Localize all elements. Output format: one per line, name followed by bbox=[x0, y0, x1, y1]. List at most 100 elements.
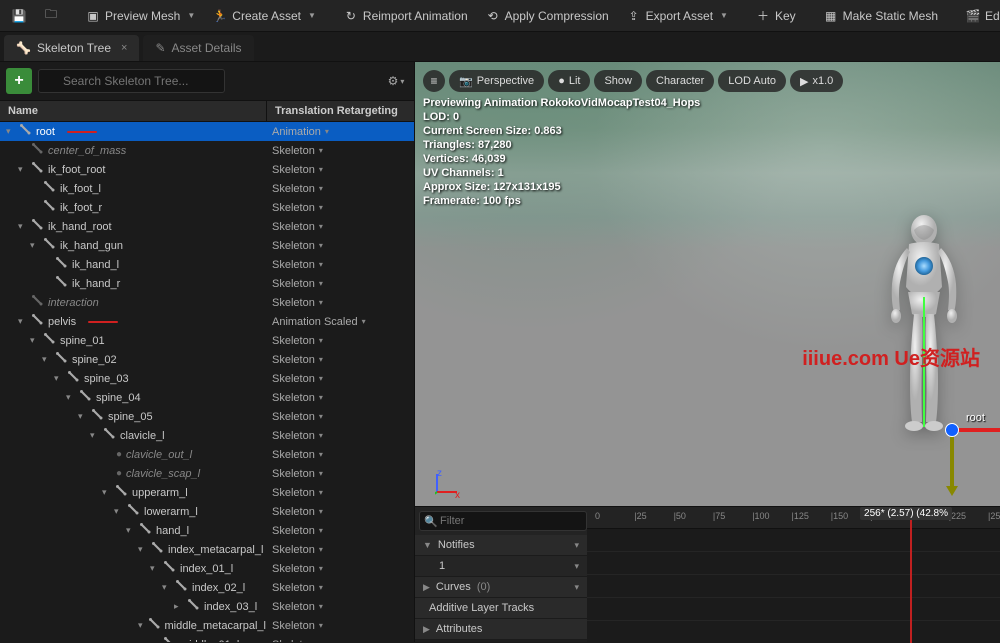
retarget-dropdown[interactable]: Skeleton▾ bbox=[266, 183, 414, 195]
track-attributes[interactable]: ▶Attributes bbox=[415, 619, 587, 640]
perspective-button[interactable]: 📷 Perspective bbox=[449, 70, 544, 92]
track-curves[interactable]: ▶Curves (0)▾ bbox=[415, 577, 587, 598]
reimport-button[interactable]: ↻Reimport Animation bbox=[336, 5, 476, 27]
retarget-dropdown[interactable]: Skeleton▾ bbox=[266, 392, 414, 404]
bone-row-ik_hand_gun[interactable]: ▾ik_hand_gunSkeleton▾ bbox=[0, 236, 414, 255]
key-button[interactable]: ＋Key bbox=[748, 5, 804, 27]
retarget-dropdown[interactable]: Skeleton▾ bbox=[266, 582, 414, 594]
retarget-dropdown[interactable]: Skeleton▾ bbox=[266, 373, 414, 385]
gizmo-origin[interactable] bbox=[945, 423, 959, 437]
speed-button[interactable]: ▶ x1.0 bbox=[790, 70, 843, 92]
bone-row-spine_02[interactable]: ▾spine_02Skeleton▾ bbox=[0, 350, 414, 369]
bone-row-ik_foot_l[interactable]: ik_foot_lSkeleton▾ bbox=[0, 179, 414, 198]
lod-button[interactable]: LOD Auto bbox=[718, 70, 786, 92]
add-bone-button[interactable]: + bbox=[6, 68, 32, 94]
bone-row-upperarm_l[interactable]: ▾upperarm_lSkeleton▾ bbox=[0, 483, 414, 502]
bone-row-index_02_l[interactable]: ▾index_02_lSkeleton▾ bbox=[0, 578, 414, 597]
bone-row-ik_hand_root[interactable]: ▾ik_hand_rootSkeleton▾ bbox=[0, 217, 414, 236]
retarget-dropdown[interactable]: Skeleton▾ bbox=[266, 145, 414, 157]
retarget-dropdown[interactable]: Skeleton▾ bbox=[266, 563, 414, 575]
tab-asset-details[interactable]: ✎ Asset Details bbox=[143, 35, 253, 61]
export-button[interactable]: ⇪Export Asset▼ bbox=[619, 5, 736, 27]
retarget-dropdown[interactable]: Skeleton▾ bbox=[266, 164, 414, 176]
lit-button[interactable]: ● Lit bbox=[548, 70, 590, 92]
bone-row-middle_metacarpal_l[interactable]: ▾middle_metacarpal_lSkeleton▾ bbox=[0, 616, 414, 635]
bone-row-interaction[interactable]: interactionSkeleton▾ bbox=[0, 293, 414, 312]
retarget-dropdown[interactable]: Skeleton▾ bbox=[266, 335, 414, 347]
close-icon[interactable]: × bbox=[121, 42, 127, 54]
retarget-dropdown[interactable]: Skeleton▾ bbox=[266, 620, 414, 632]
retarget-dropdown[interactable]: Skeleton▾ bbox=[266, 278, 414, 290]
bone-row-ik_foot_r[interactable]: ik_foot_rSkeleton▾ bbox=[0, 198, 414, 217]
bone-row-spine_05[interactable]: ▾spine_05Skeleton▾ bbox=[0, 407, 414, 426]
retarget-dropdown[interactable]: Skeleton▾ bbox=[266, 506, 414, 518]
expander-icon[interactable]: ▾ bbox=[42, 354, 52, 365]
bone-row-ik_foot_root[interactable]: ▾ik_foot_rootSkeleton▾ bbox=[0, 160, 414, 179]
character-button[interactable]: Character bbox=[646, 70, 714, 92]
expander-icon[interactable]: ▾ bbox=[18, 316, 28, 327]
bone-row-root[interactable]: ▾rootAnimation▾ bbox=[0, 122, 414, 141]
retarget-dropdown[interactable]: Skeleton▾ bbox=[266, 259, 414, 271]
retarget-dropdown[interactable]: Skeleton▾ bbox=[266, 221, 414, 233]
expander-icon[interactable]: ▾ bbox=[138, 620, 145, 631]
preview-mesh-button[interactable]: ▣Preview Mesh▼ bbox=[78, 5, 203, 27]
expander-icon[interactable]: ▾ bbox=[18, 221, 28, 232]
z-axis-arrow[interactable] bbox=[950, 428, 954, 488]
bone-tree[interactable]: ▾rootAnimation▾center_of_massSkeleton▾▾i… bbox=[0, 122, 414, 642]
expander-icon[interactable]: ▾ bbox=[78, 411, 88, 422]
bone-row-spine_01[interactable]: ▾spine_01Skeleton▾ bbox=[0, 331, 414, 350]
tab-skeleton-tree[interactable]: 🦴 Skeleton Tree × bbox=[4, 35, 139, 61]
expander-icon[interactable]: ▾ bbox=[90, 430, 100, 441]
retarget-dropdown[interactable]: Skeleton▾ bbox=[266, 525, 414, 537]
save-button[interactable]: 💾 bbox=[4, 5, 34, 27]
retarget-dropdown[interactable]: Skeleton▾ bbox=[266, 202, 414, 214]
retarget-dropdown[interactable]: Animation▾ bbox=[266, 126, 414, 138]
settings-button[interactable]: ⚙▾ bbox=[384, 69, 408, 93]
browse-button[interactable]: 🗀 bbox=[36, 5, 66, 27]
playhead-line[interactable] bbox=[910, 507, 912, 643]
expander-icon[interactable]: ▾ bbox=[30, 335, 40, 346]
bone-row-pelvis[interactable]: ▾pelvisAnimation Scaled▾ bbox=[0, 312, 414, 331]
expander-icon[interactable]: ▾ bbox=[66, 392, 76, 403]
filter-tracks-input[interactable] bbox=[419, 511, 587, 531]
retarget-dropdown[interactable]: Skeleton▾ bbox=[266, 487, 414, 499]
expander-icon[interactable]: ▾ bbox=[150, 563, 160, 574]
bone-row-index_03_l[interactable]: ▸index_03_lSkeleton▾ bbox=[0, 597, 414, 616]
track-additive[interactable]: Additive Layer Tracks bbox=[415, 598, 587, 619]
bone-row-clavicle_scap_l[interactable]: ●clavicle_scap_lSkeleton▾ bbox=[0, 464, 414, 483]
expander-icon[interactable]: ▾ bbox=[126, 525, 136, 536]
bone-row-index_metacarpal_l[interactable]: ▾index_metacarpal_lSkeleton▾ bbox=[0, 540, 414, 559]
track-notifies[interactable]: ▼Notifies▾ bbox=[415, 535, 587, 556]
expander-icon[interactable]: ▾ bbox=[102, 487, 112, 498]
expander-icon[interactable]: ▾ bbox=[54, 373, 64, 384]
make-static-button[interactable]: ▦Make Static Mesh bbox=[816, 5, 946, 27]
retarget-dropdown[interactable]: Skeleton▾ bbox=[266, 240, 414, 252]
bone-row-spine_04[interactable]: ▾spine_04Skeleton▾ bbox=[0, 388, 414, 407]
retarget-dropdown[interactable]: Skeleton▾ bbox=[266, 449, 414, 461]
retarget-dropdown[interactable]: Skeleton▾ bbox=[266, 297, 414, 309]
retarget-dropdown[interactable]: Animation Scaled▾ bbox=[266, 316, 414, 328]
bone-row-lowerarm_l[interactable]: ▾lowerarm_lSkeleton▾ bbox=[0, 502, 414, 521]
bone-row-ik_hand_r[interactable]: ik_hand_rSkeleton▾ bbox=[0, 274, 414, 293]
bone-row-clavicle_l[interactable]: ▾clavicle_lSkeleton▾ bbox=[0, 426, 414, 445]
column-name-header[interactable]: Name bbox=[0, 101, 266, 121]
expander-icon[interactable]: ▾ bbox=[162, 582, 172, 593]
bone-row-middle_01_l[interactable]: ▾middle_01_lSkeleton▾ bbox=[0, 635, 414, 642]
expander-icon[interactable]: ▾ bbox=[138, 544, 148, 555]
search-skeleton-input[interactable] bbox=[38, 69, 225, 93]
bone-row-index_01_l[interactable]: ▾index_01_lSkeleton▾ bbox=[0, 559, 414, 578]
retarget-dropdown[interactable]: Skeleton▾ bbox=[266, 468, 414, 480]
edit-sequencer-button[interactable]: 🎬Edit in S bbox=[958, 5, 1000, 27]
bone-row-ik_hand_l[interactable]: ik_hand_lSkeleton▾ bbox=[0, 255, 414, 274]
retarget-dropdown[interactable]: Skeleton▾ bbox=[266, 354, 414, 366]
expander-icon[interactable]: ▾ bbox=[6, 126, 16, 137]
bone-row-hand_l[interactable]: ▾hand_lSkeleton▾ bbox=[0, 521, 414, 540]
expander-icon[interactable]: ▾ bbox=[18, 164, 28, 175]
viewport-menu-button[interactable]: ≡ bbox=[423, 70, 445, 92]
bone-row-clavicle_out_l[interactable]: ●clavicle_out_lSkeleton▾ bbox=[0, 445, 414, 464]
retarget-dropdown[interactable]: Skeleton▾ bbox=[266, 430, 414, 442]
column-retarget-header[interactable]: Translation Retargeting bbox=[266, 101, 414, 121]
expander-icon[interactable]: ▾ bbox=[114, 506, 124, 517]
bone-row-spine_03[interactable]: ▾spine_03Skeleton▾ bbox=[0, 369, 414, 388]
expander-icon[interactable]: ▸ bbox=[174, 601, 184, 612]
